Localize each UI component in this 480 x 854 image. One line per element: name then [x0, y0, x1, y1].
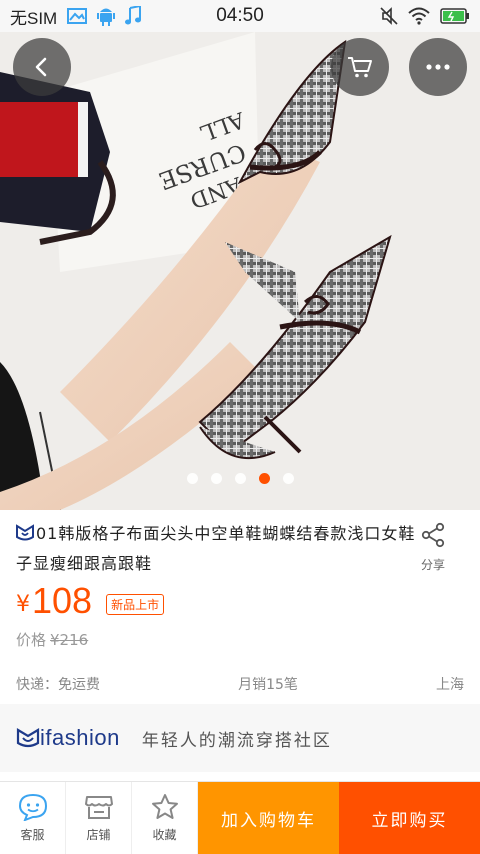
gallery-notification-icon: [67, 7, 88, 25]
customer-service-button[interactable]: 客服: [0, 782, 66, 854]
carousel-indicator: [0, 473, 480, 484]
brand-name: ifashion: [40, 725, 120, 750]
buy-now-button[interactable]: 立即购买: [339, 782, 480, 854]
ship-from-location: 上海: [435, 677, 464, 693]
shopping-cart-icon: [348, 57, 372, 78]
bottom-action-bar: 客服 店铺 收藏 加入购物车 立即购买: [0, 781, 480, 854]
shop-label: 店铺: [86, 828, 111, 842]
monthly-sales: 月销15笔: [238, 677, 298, 693]
share-button[interactable]: 分享: [410, 522, 456, 573]
price-row: ¥ 108 新品上市: [16, 580, 165, 622]
music-notification-icon: [125, 6, 142, 26]
more-options-button[interactable]: [409, 38, 467, 96]
chevron-left-icon: [35, 57, 47, 77]
product-photo: CURSE AND ALL: [0, 32, 480, 510]
ifashion-banner[interactable]: ifashion 年轻人的潮流穿搭社区: [0, 704, 480, 772]
ifashion-logo: ifashion: [16, 725, 120, 751]
product-title: 01韩版格子布面尖头中空单鞋蝴蝶结春款浅口女鞋子显瘦细跟高跟鞋: [16, 520, 416, 577]
ifashion-logo-icon: [16, 728, 40, 748]
banner-slogan: 年轻人的潮流穿搭社区: [141, 730, 332, 751]
product-info: 01韩版格子布面尖头中空单鞋蝴蝶结春款浅口女鞋子显瘦细跟高跟鞋 分享 ¥ 108…: [0, 510, 480, 704]
carousel-dot[interactable]: [258, 473, 270, 484]
original-price-row: 价格 ¥216: [16, 629, 88, 650]
original-price-label: 价格: [16, 631, 47, 649]
carrier-text: 无SIM: [10, 8, 58, 28]
more-icon: [426, 64, 450, 70]
carousel-dot[interactable]: [186, 473, 198, 484]
carousel-dot[interactable]: [234, 473, 246, 484]
customer-service-label: 客服: [20, 828, 45, 842]
mute-icon: [380, 7, 398, 25]
new-arrival-tag: 新品上市: [106, 593, 165, 615]
carousel-dot[interactable]: [282, 473, 294, 484]
carousel-dot[interactable]: [210, 473, 222, 484]
currency-symbol: ¥: [16, 591, 30, 617]
status-bar: 无SIM 04:50: [0, 0, 480, 32]
shop-icon: [84, 796, 113, 819]
shipping-info: 快递：免运费: [16, 677, 100, 693]
cart-button[interactable]: [331, 38, 389, 96]
share-label: 分享: [420, 558, 445, 572]
shipping-sales-row: 快递：免运费 月销15笔 上海: [16, 674, 464, 694]
customer-service-icon: [18, 793, 47, 821]
battery-icon: [440, 8, 470, 24]
star-icon: [151, 794, 178, 819]
android-notification-icon: [97, 6, 116, 26]
price: 108: [32, 580, 93, 621]
shop-button[interactable]: 店铺: [66, 782, 132, 854]
product-image-carousel[interactable]: CURSE AND ALL: [0, 32, 480, 510]
ifashion-badge-icon: [16, 523, 34, 550]
back-button[interactable]: [13, 38, 71, 96]
product-detail-page: 无SIM 04:50 CURSE AND ALL 01韩版格子布面尖头中空单鞋蝴…: [0, 0, 480, 854]
wifi-icon: [408, 7, 430, 25]
status-left: 无SIM: [10, 4, 142, 29]
share-icon: [421, 522, 445, 548]
favorite-button[interactable]: 收藏: [132, 782, 198, 854]
status-right: [380, 7, 470, 25]
product-title-text: 01韩版格子布面尖头中空单鞋蝴蝶结春款浅口女鞋子显瘦细跟高跟鞋: [16, 524, 416, 573]
favorite-label: 收藏: [152, 828, 177, 842]
original-price: ¥216: [50, 631, 89, 649]
add-to-cart-button[interactable]: 加入购物车: [198, 782, 339, 854]
